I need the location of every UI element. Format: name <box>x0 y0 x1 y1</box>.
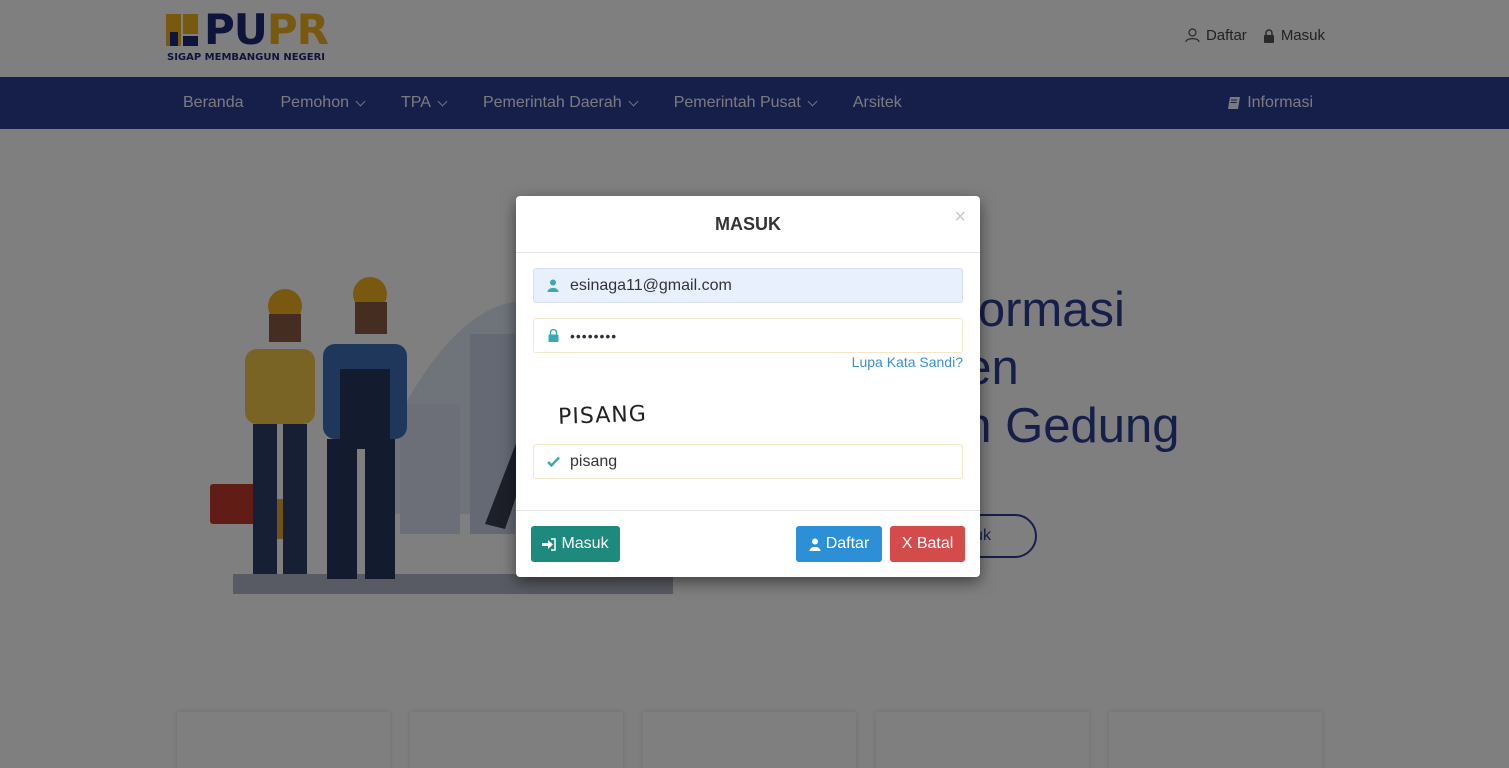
captcha-field[interactable] <box>533 444 963 479</box>
lock-icon <box>546 329 560 343</box>
password-field[interactable]: •••••••• <box>533 318 963 353</box>
modal-body: •••••••• Lupa Kata Sandi? PISANG <box>516 253 980 510</box>
batal-button[interactable]: X Batal <box>890 526 965 562</box>
forgot-password-link[interactable]: Lupa Kata Sandi? <box>852 354 963 370</box>
user-icon <box>809 538 821 551</box>
password-input[interactable]: •••••••• <box>570 328 617 344</box>
login-modal: MASUK × •••••••• Lupa Kata Sandi? PISANG <box>516 196 980 577</box>
user-icon <box>546 279 560 293</box>
captcha-image: PISANG <box>558 402 648 428</box>
daftar-button-label: Daftar <box>825 535 870 552</box>
sign-in-icon <box>542 537 557 551</box>
modal-footer: Masuk Daftar X Batal <box>516 510 980 577</box>
close-icon[interactable]: × <box>954 206 966 229</box>
daftar-button[interactable]: Daftar <box>796 526 882 562</box>
batal-button-label: X Batal <box>901 535 954 552</box>
email-input[interactable] <box>570 276 950 295</box>
modal-title: MASUK <box>715 214 781 234</box>
check-icon <box>546 455 560 469</box>
email-field[interactable] <box>533 268 963 303</box>
masuk-button-label: Masuk <box>561 535 609 552</box>
captcha-input[interactable] <box>570 452 950 471</box>
masuk-button[interactable]: Masuk <box>531 526 620 562</box>
modal-header: MASUK × <box>516 196 980 253</box>
captcha-text: PISANG <box>558 402 648 428</box>
